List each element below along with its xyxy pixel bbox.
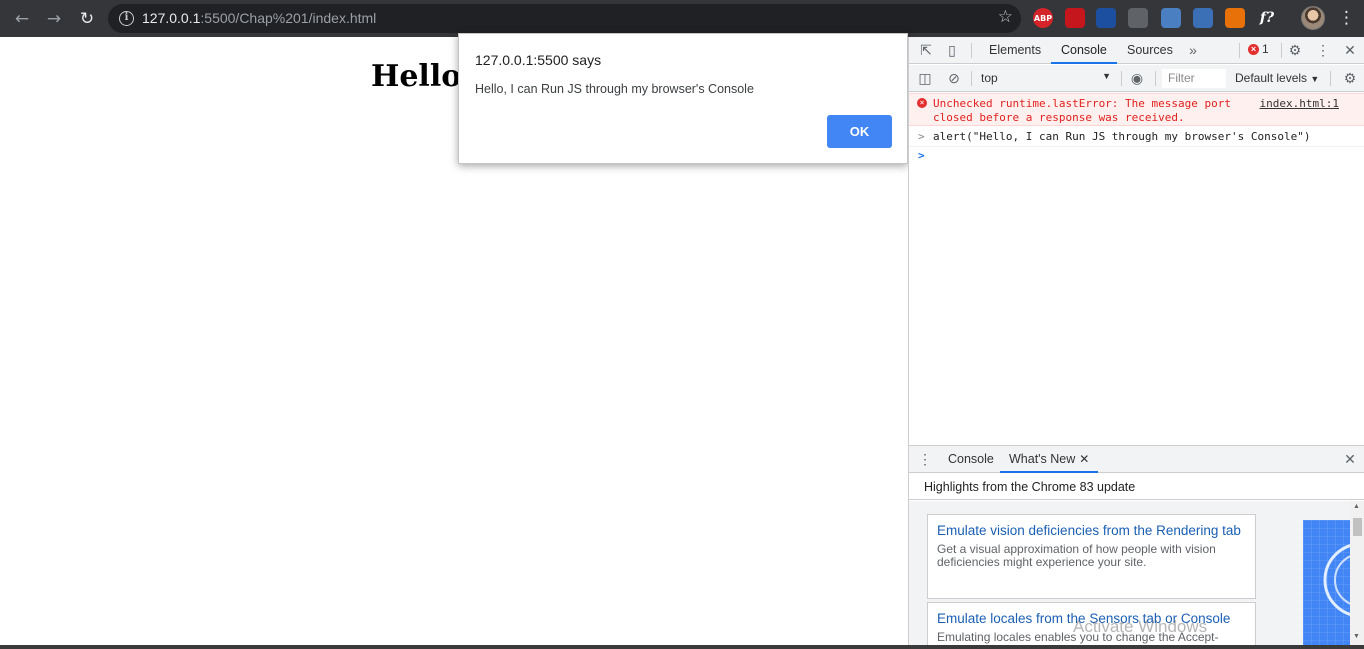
prompt-chevron-icon: >: [918, 149, 925, 162]
divider: [971, 71, 972, 86]
browser-toolbar: ← → ↻ i 127.0.0.1:5500/Chap%201/index.ht…: [0, 0, 1364, 37]
more-tabs-icon[interactable]: »: [1184, 41, 1202, 59]
feature-title[interactable]: Emulate vision deficiencies from the Ren…: [937, 519, 1246, 543]
divider: [1281, 43, 1282, 58]
forward-icon[interactable]: →: [41, 6, 67, 32]
drawer-menu-icon[interactable]: ⋮: [916, 450, 934, 468]
dropdown-arrow-icon: ▼: [1102, 71, 1111, 81]
drawer-tabbar: ⋮ Console What's New ✕ ✕: [909, 445, 1364, 473]
close-drawer-icon[interactable]: ✕: [1341, 450, 1359, 468]
browser-menu-icon[interactable]: ⋮: [1338, 8, 1355, 28]
filter-input[interactable]: Filter: [1162, 69, 1226, 88]
back-icon[interactable]: ←: [9, 6, 35, 32]
divider: [1330, 71, 1331, 86]
alert-dialog: 127.0.0.1:5500 says Hello, I can Run JS …: [458, 33, 908, 164]
context-selector[interactable]: top ▼: [981, 71, 1111, 85]
console-toolbar: ◫ ⊘ top ▼ ◉ Filter Default levels ▼ ⚙: [909, 65, 1364, 92]
tab-console[interactable]: Console: [1051, 37, 1117, 64]
drawer-scrollbar[interactable]: ▲ ▼: [1350, 501, 1364, 645]
taskbar-edge: [0, 645, 1364, 649]
site-info-icon[interactable]: i: [119, 11, 134, 26]
devtools-panel: ⇱ ▯ Elements Console Sources » × 1 ⚙ ⋮ ✕…: [908, 37, 1364, 645]
url-host: 127.0.0.1: [142, 10, 201, 26]
abp-icon[interactable]: ABP: [1033, 8, 1053, 28]
error-source-link[interactable]: index.html:1: [1260, 97, 1339, 110]
edit-icon[interactable]: [1161, 8, 1181, 28]
profile-avatar[interactable]: [1301, 6, 1325, 30]
print-icon[interactable]: [1128, 8, 1148, 28]
alert-message: Hello, I can Run JS through my browser's…: [475, 82, 754, 96]
settings-gear-icon[interactable]: ⚙: [1286, 41, 1304, 59]
clear-console-icon[interactable]: ⊘: [945, 69, 963, 87]
console-error-row: × Unchecked runtime.lastError: The messa…: [909, 93, 1364, 126]
console-command-row: > alert("Hello, I can Run JS through my …: [909, 127, 1364, 147]
error-count[interactable]: 1: [1262, 42, 1269, 56]
chrome-83-illustration: [1303, 520, 1350, 645]
divider: [1239, 43, 1240, 58]
dropdown-arrow-icon: ▼: [1310, 74, 1320, 84]
devtools-menu-icon[interactable]: ⋮: [1314, 41, 1332, 59]
tab-sources[interactable]: Sources: [1117, 37, 1183, 64]
url-path: :5500/Chap%201/index.html: [200, 10, 377, 26]
close-tab-icon[interactable]: ✕: [1079, 452, 1089, 466]
scrollbar-thumb[interactable]: [1353, 518, 1362, 536]
chevron-right-icon: >: [918, 130, 925, 143]
log-levels-dropdown[interactable]: Default levels ▼: [1235, 71, 1319, 85]
inspect-element-icon[interactable]: ⇱: [917, 41, 935, 59]
function-icon[interactable]: f?: [1257, 8, 1277, 28]
log-levels-label: Default levels: [1235, 71, 1308, 85]
error-count-icon[interactable]: ×: [1248, 44, 1259, 55]
sidebar-toggle-icon[interactable]: ◫: [916, 69, 934, 87]
pdf-icon[interactable]: [1065, 8, 1085, 28]
console-settings-icon[interactable]: ⚙: [1341, 69, 1359, 87]
error-icon: ×: [917, 98, 927, 108]
scroll-down-icon[interactable]: ▼: [1353, 633, 1360, 640]
divider: [1121, 71, 1122, 86]
scroll-up-icon[interactable]: ▲: [1353, 503, 1360, 510]
activate-windows-watermark: Activate Windows: [1073, 617, 1208, 636]
devtools-tabbar: ⇱ ▯ Elements Console Sources » × 1 ⚙ ⋮ ✕: [909, 37, 1364, 64]
undo-icon[interactable]: [1225, 8, 1245, 28]
ext-text-icon[interactable]: [1193, 8, 1213, 28]
ext-blue-icon[interactable]: [1096, 8, 1116, 28]
console-prompt[interactable]: >: [909, 148, 1364, 166]
divider: [971, 43, 972, 58]
alert-title: 127.0.0.1:5500 says: [475, 52, 602, 68]
feature-description: Get a visual approximation of how people…: [937, 542, 1216, 569]
drawer-tab-label: What's New: [1009, 452, 1076, 466]
drawer-tab-console[interactable]: Console: [939, 446, 1003, 473]
device-toolbar-icon[interactable]: ▯: [943, 41, 961, 59]
context-value: top: [981, 71, 998, 85]
ok-button[interactable]: OK: [827, 115, 892, 148]
command-text: alert("Hello, I can Run JS through my br…: [933, 130, 1311, 143]
url-text[interactable]: 127.0.0.1:5500/Chap%201/index.html: [142, 10, 376, 26]
error-message: Unchecked runtime.lastError: The message…: [933, 97, 1232, 124]
divider: [1155, 71, 1156, 86]
bookmark-star-icon[interactable]: ☆: [998, 7, 1013, 27]
highlights-heading: Highlights from the Chrome 83 update: [909, 474, 1364, 500]
close-devtools-icon[interactable]: ✕: [1341, 41, 1359, 59]
feature-card[interactable]: Emulate vision deficiencies from the Ren…: [927, 514, 1256, 599]
reload-icon[interactable]: ↻: [74, 6, 100, 32]
address-bar[interactable]: i 127.0.0.1:5500/Chap%201/index.html ☆: [108, 4, 1021, 33]
live-expression-eye-icon[interactable]: ◉: [1128, 69, 1146, 87]
tab-elements[interactable]: Elements: [979, 37, 1051, 64]
drawer-tab-whats-new[interactable]: What's New ✕: [1000, 446, 1099, 473]
